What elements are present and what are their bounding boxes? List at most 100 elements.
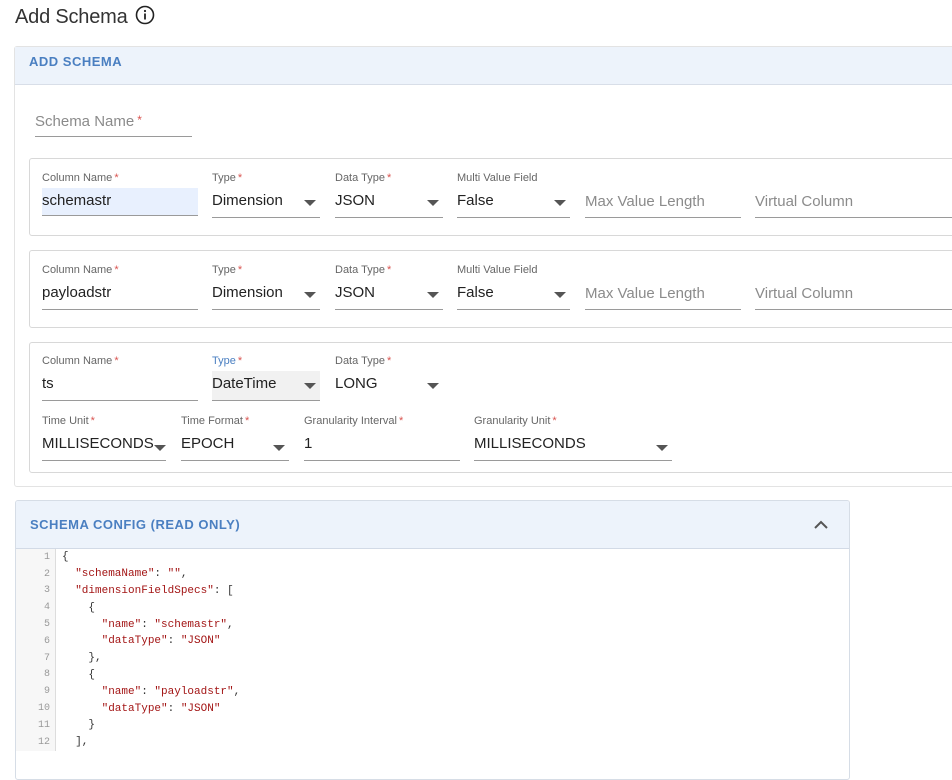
line-number: 7 (16, 649, 56, 667)
column-name-field[interactable]: Column Name * payloadstr (42, 264, 198, 310)
column-name-field[interactable]: Column Name * ts (42, 355, 198, 401)
caret-down-icon[interactable] (304, 200, 316, 206)
required-marker: * (237, 355, 243, 367)
code-text: { (62, 551, 69, 564)
column-name-input[interactable]: ts (42, 375, 198, 401)
code-line: 6 "dataType": "JSON" (16, 632, 849, 650)
time-unit-select[interactable]: Time Unit * MILLISECONDS (42, 415, 166, 461)
caret-down-icon[interactable] (427, 200, 439, 206)
code-line: 11 } (16, 716, 849, 734)
data-type-select[interactable]: Data Type * JSON (335, 172, 443, 218)
virtual-column-value[interactable]: Virtual Column (755, 193, 952, 218)
caret-down-icon[interactable] (304, 292, 316, 298)
caret-down-icon[interactable] (554, 200, 566, 206)
schema-config-editor[interactable]: 1{2 "schemaName": "", 3 "dimensionFieldSp… (16, 549, 849, 751)
schema-name-field[interactable]: Schema Name * (35, 113, 192, 139)
type-select[interactable]: Type * Dimension (212, 172, 320, 218)
required-marker: * (244, 415, 250, 427)
column-row-payloadstr: Column Name * payloadstr Type * Dimension … (29, 250, 952, 328)
granularity-unit-select[interactable]: Granularity Unit * MILLISECONDS (474, 415, 672, 461)
code-text: "name": "schemastr", (101, 618, 234, 631)
column-name-label: Column Name (42, 172, 113, 184)
caret-down-icon[interactable] (554, 292, 566, 298)
caret-down-icon[interactable] (304, 383, 316, 389)
max-value-length-field[interactable]: Max Value Length (585, 172, 741, 218)
type-label: Type (212, 172, 236, 184)
type-label: Type (212, 264, 236, 276)
schema-config-card: SCHEMA CONFIG (READ ONLY) 1{2 "schemaNam… (15, 500, 850, 780)
virtual-column-select[interactable]: Virtual Column (755, 172, 952, 218)
multi-value-select[interactable]: Multi Value Field False (457, 172, 570, 218)
max-value-length-input[interactable]: Max Value Length (585, 285, 741, 310)
data-type-select[interactable]: Data Type * LONG (335, 355, 443, 401)
caret-down-icon[interactable] (154, 445, 166, 451)
column-name-input[interactable]: schemastr (42, 188, 198, 216)
virtual-column-value[interactable]: Virtual Column (755, 285, 952, 310)
code-line: 7 }, (16, 649, 849, 667)
column-row-ts: Column Name * ts Type * DateTime Data Type… (29, 342, 952, 473)
line-number: 8 (16, 666, 56, 684)
code-text: "dimensionFieldSpecs": [ (75, 584, 234, 597)
line-number: 2 (16, 565, 56, 583)
time-format-select[interactable]: Time Format * EPOCH (181, 415, 289, 461)
type-select[interactable]: Type * Dimension (212, 264, 320, 310)
granularity-unit-value[interactable]: MILLISECONDS (474, 435, 672, 461)
line-number: 4 (16, 599, 56, 617)
line-number: 3 (16, 582, 56, 600)
required-marker: * (237, 172, 243, 184)
required-marker: * (398, 415, 404, 427)
code-line: 3 "dimensionFieldSpecs": [ (16, 582, 849, 600)
granularity-interval-field[interactable]: Granularity Interval * 1 (304, 415, 460, 461)
code-text: "schemaName": "", (75, 568, 188, 581)
max-value-length-input[interactable]: Max Value Length (585, 193, 741, 218)
required-marker: * (90, 415, 95, 427)
schema-name-input[interactable]: Schema Name * (35, 113, 192, 137)
column-name-input[interactable]: payloadstr (42, 284, 198, 310)
code-line: 5 "name": "schemastr", (16, 616, 849, 633)
time-unit-label: Time Unit (42, 415, 89, 427)
code-text: "dataType": "JSON" (101, 702, 221, 715)
multi-value-label: Multi Value Field (457, 264, 538, 276)
type-select[interactable]: Type * DateTime (212, 355, 320, 401)
caret-down-icon[interactable] (656, 445, 668, 451)
caret-down-icon[interactable] (273, 445, 285, 451)
schema-config-header[interactable]: SCHEMA CONFIG (READ ONLY) (16, 501, 849, 549)
virtual-column-select[interactable]: Virtual Column (755, 264, 952, 310)
column-name-label: Column Name (42, 355, 113, 367)
line-number: 9 (16, 683, 56, 701)
column-name-field[interactable]: Column Name * schemastr (42, 172, 198, 218)
line-number: 5 (16, 616, 56, 633)
caret-down-icon[interactable] (427, 292, 439, 298)
max-value-length-field[interactable]: Max Value Length (585, 264, 741, 310)
chevron-up-icon[interactable] (813, 517, 829, 533)
code-text: { (62, 601, 96, 614)
data-type-select[interactable]: Data Type * JSON (335, 264, 443, 310)
required-marker: * (386, 355, 392, 367)
granularity-interval-input[interactable]: 1 (304, 435, 460, 461)
granularity-interval-label: Granularity Interval (304, 415, 397, 427)
time-unit-value[interactable]: MILLISECONDS (42, 435, 166, 461)
code-text: "name": "payloadstr", (101, 685, 241, 698)
page-header: Add Schema (15, 5, 155, 29)
data-type-label: Data Type (335, 172, 385, 184)
schema-name-label: Schema Name (35, 113, 135, 130)
schema-config-title: SCHEMA CONFIG (READ ONLY) (30, 517, 241, 532)
caret-down-icon[interactable] (427, 383, 439, 389)
data-type-label: Data Type (335, 264, 385, 276)
add-schema-header: ADD SCHEMA (15, 47, 952, 85)
code-line: 1{ (16, 549, 849, 566)
line-number: 1 (16, 549, 56, 566)
multi-value-select[interactable]: Multi Value Field False (457, 264, 570, 310)
data-type-label: Data Type (335, 355, 385, 367)
required-marker: * (386, 264, 392, 276)
info-icon[interactable] (135, 5, 155, 25)
required-marker: * (237, 264, 243, 276)
code-text: "dataType": "JSON" (101, 635, 221, 648)
column-name-label: Column Name (42, 264, 113, 276)
code-line: 10 "dataType": "JSON" (16, 700, 849, 717)
code-line: 8 { (16, 666, 849, 684)
code-line: 9 "name": "payloadstr", (16, 683, 849, 701)
code-text: ], (62, 736, 89, 749)
required-marker: * (114, 355, 119, 367)
type-label: Type (212, 355, 236, 367)
